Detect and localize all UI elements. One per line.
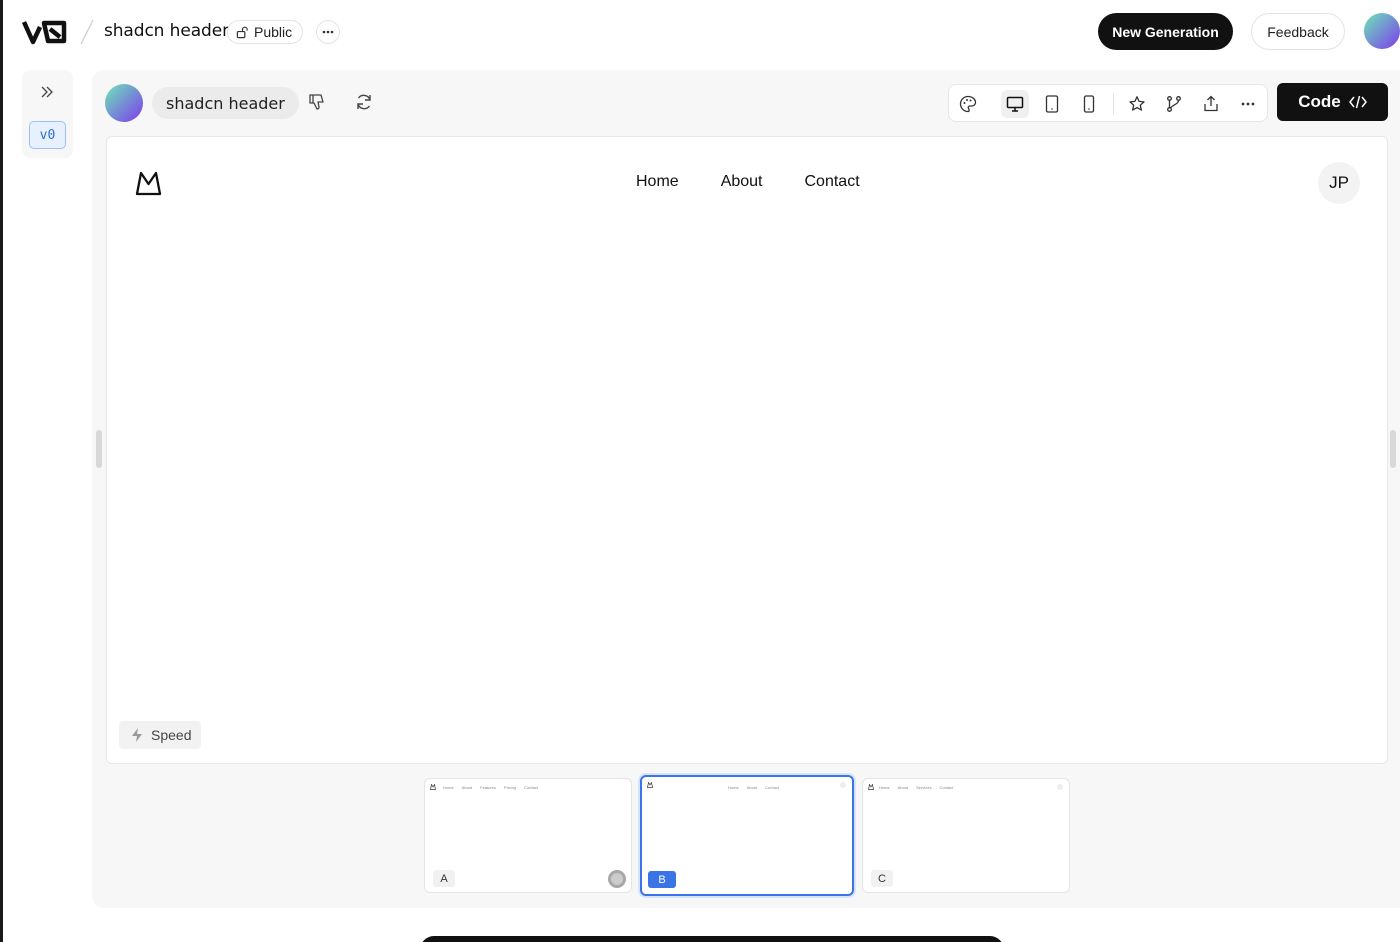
thumb-nav-item: Services [916, 785, 932, 790]
window-edge [0, 0, 3, 942]
regenerate-button[interactable] [351, 89, 377, 115]
thumb-avatar [840, 782, 846, 788]
generation-thumbnail-a[interactable]: Home About Features Pricing Contact A [424, 778, 632, 893]
visibility-label: Public [254, 24, 293, 40]
star-icon [1129, 96, 1145, 111]
thumb-nav-item: Contact [524, 785, 538, 790]
preview-frame[interactable] [106, 136, 1388, 764]
thumb-nav-item: Features [480, 785, 496, 790]
thumb-nav-item: Home [728, 785, 739, 790]
bottom-prompt-bar[interactable] [420, 936, 1004, 942]
new-generation-button[interactable]: New Generation [1098, 13, 1233, 50]
mobile-icon [1083, 95, 1095, 113]
expand-sidebar-button[interactable] [36, 82, 58, 102]
thumb-nav: Home About Features Pricing Contact [443, 785, 538, 790]
generation-thumbnail-b[interactable]: Home About Contact B [640, 775, 854, 896]
prompt-avatar [105, 84, 143, 122]
thumb-logo-icon [430, 784, 436, 790]
top-bar: shadcn header Public New Generation Feed… [0, 0, 1400, 64]
feedback-button[interactable]: Feedback [1251, 13, 1345, 50]
theme-button[interactable] [954, 90, 982, 118]
speed-label: Speed [151, 727, 192, 743]
nav-link-about[interactable]: About [721, 173, 763, 191]
more-horizontal-icon [322, 30, 334, 34]
fork-icon [1167, 96, 1181, 112]
more-horizontal-icon [1241, 102, 1255, 106]
favorite-button[interactable] [1123, 90, 1151, 118]
code-button[interactable]: Code [1277, 83, 1388, 121]
tablet-icon [1045, 95, 1059, 113]
chevrons-right-icon [41, 86, 53, 98]
thumb-nav-item: Home [879, 785, 890, 790]
preview-toolbar [948, 84, 1268, 122]
thumb-nav-item: Contact [765, 785, 779, 790]
user-avatar[interactable] [1364, 13, 1400, 49]
version-badge[interactable]: v0 [29, 121, 66, 149]
refresh-icon [357, 94, 371, 110]
thumb-nav-item: Home [443, 785, 454, 790]
nav-link-home[interactable]: Home [636, 173, 679, 191]
thumb-avatar [1057, 784, 1063, 790]
thumbs-down-button[interactable] [304, 89, 330, 115]
generation-thumbnail-c[interactable]: Home About Services Contact C [862, 778, 1070, 893]
thumb-logo-icon [647, 782, 653, 788]
code-icon [1348, 95, 1367, 109]
thumb-label: A [433, 870, 455, 887]
project-more-button[interactable] [316, 20, 340, 44]
breadcrumb-separator [80, 19, 94, 45]
share-icon [1204, 95, 1218, 112]
left-resize-handle[interactable] [96, 430, 102, 468]
palette-icon [959, 95, 977, 113]
prompt-bubble[interactable]: shadcn header [152, 87, 299, 119]
thumb-nav-item: About [897, 785, 909, 790]
preview-nav: Home About Contact [636, 173, 860, 191]
right-resize-handle[interactable] [1390, 430, 1396, 468]
mountain-logo-icon[interactable] [135, 170, 162, 196]
v0-logo[interactable] [22, 19, 70, 45]
lightning-icon [132, 728, 142, 742]
visibility-badge[interactable]: Public [227, 20, 304, 44]
toolbar-more-button[interactable] [1234, 90, 1262, 118]
fork-button[interactable] [1160, 90, 1188, 118]
project-name[interactable]: shadcn header [104, 21, 229, 41]
code-button-label: Code [1298, 92, 1341, 111]
speed-badge[interactable]: Speed [119, 721, 202, 749]
thumb-nav: Home About Services Contact [879, 785, 953, 790]
thumb-logo-icon [868, 784, 874, 790]
tablet-view-button[interactable] [1038, 90, 1066, 118]
toolbar-divider [1113, 93, 1114, 115]
thumb-nav-item: Pricing [503, 785, 517, 790]
thumb-nav-item: About [746, 785, 758, 790]
desktop-view-button[interactable] [1001, 90, 1029, 118]
nav-link-contact[interactable]: Contact [805, 173, 860, 191]
desktop-icon [1006, 96, 1024, 112]
preview-avatar[interactable]: JP [1318, 162, 1360, 204]
thumb-label: C [871, 870, 893, 887]
mobile-view-button[interactable] [1075, 90, 1103, 118]
thumb-label: B [648, 871, 676, 888]
thumb-nav-item: About [461, 785, 473, 790]
thumb-nav-item: Contact [939, 785, 954, 790]
share-button[interactable] [1197, 90, 1225, 118]
thumb-nav: Home About Contact [728, 785, 779, 790]
unlock-icon [236, 26, 248, 38]
loading-spinner-icon [608, 870, 626, 888]
thumbs-down-icon [309, 94, 324, 110]
